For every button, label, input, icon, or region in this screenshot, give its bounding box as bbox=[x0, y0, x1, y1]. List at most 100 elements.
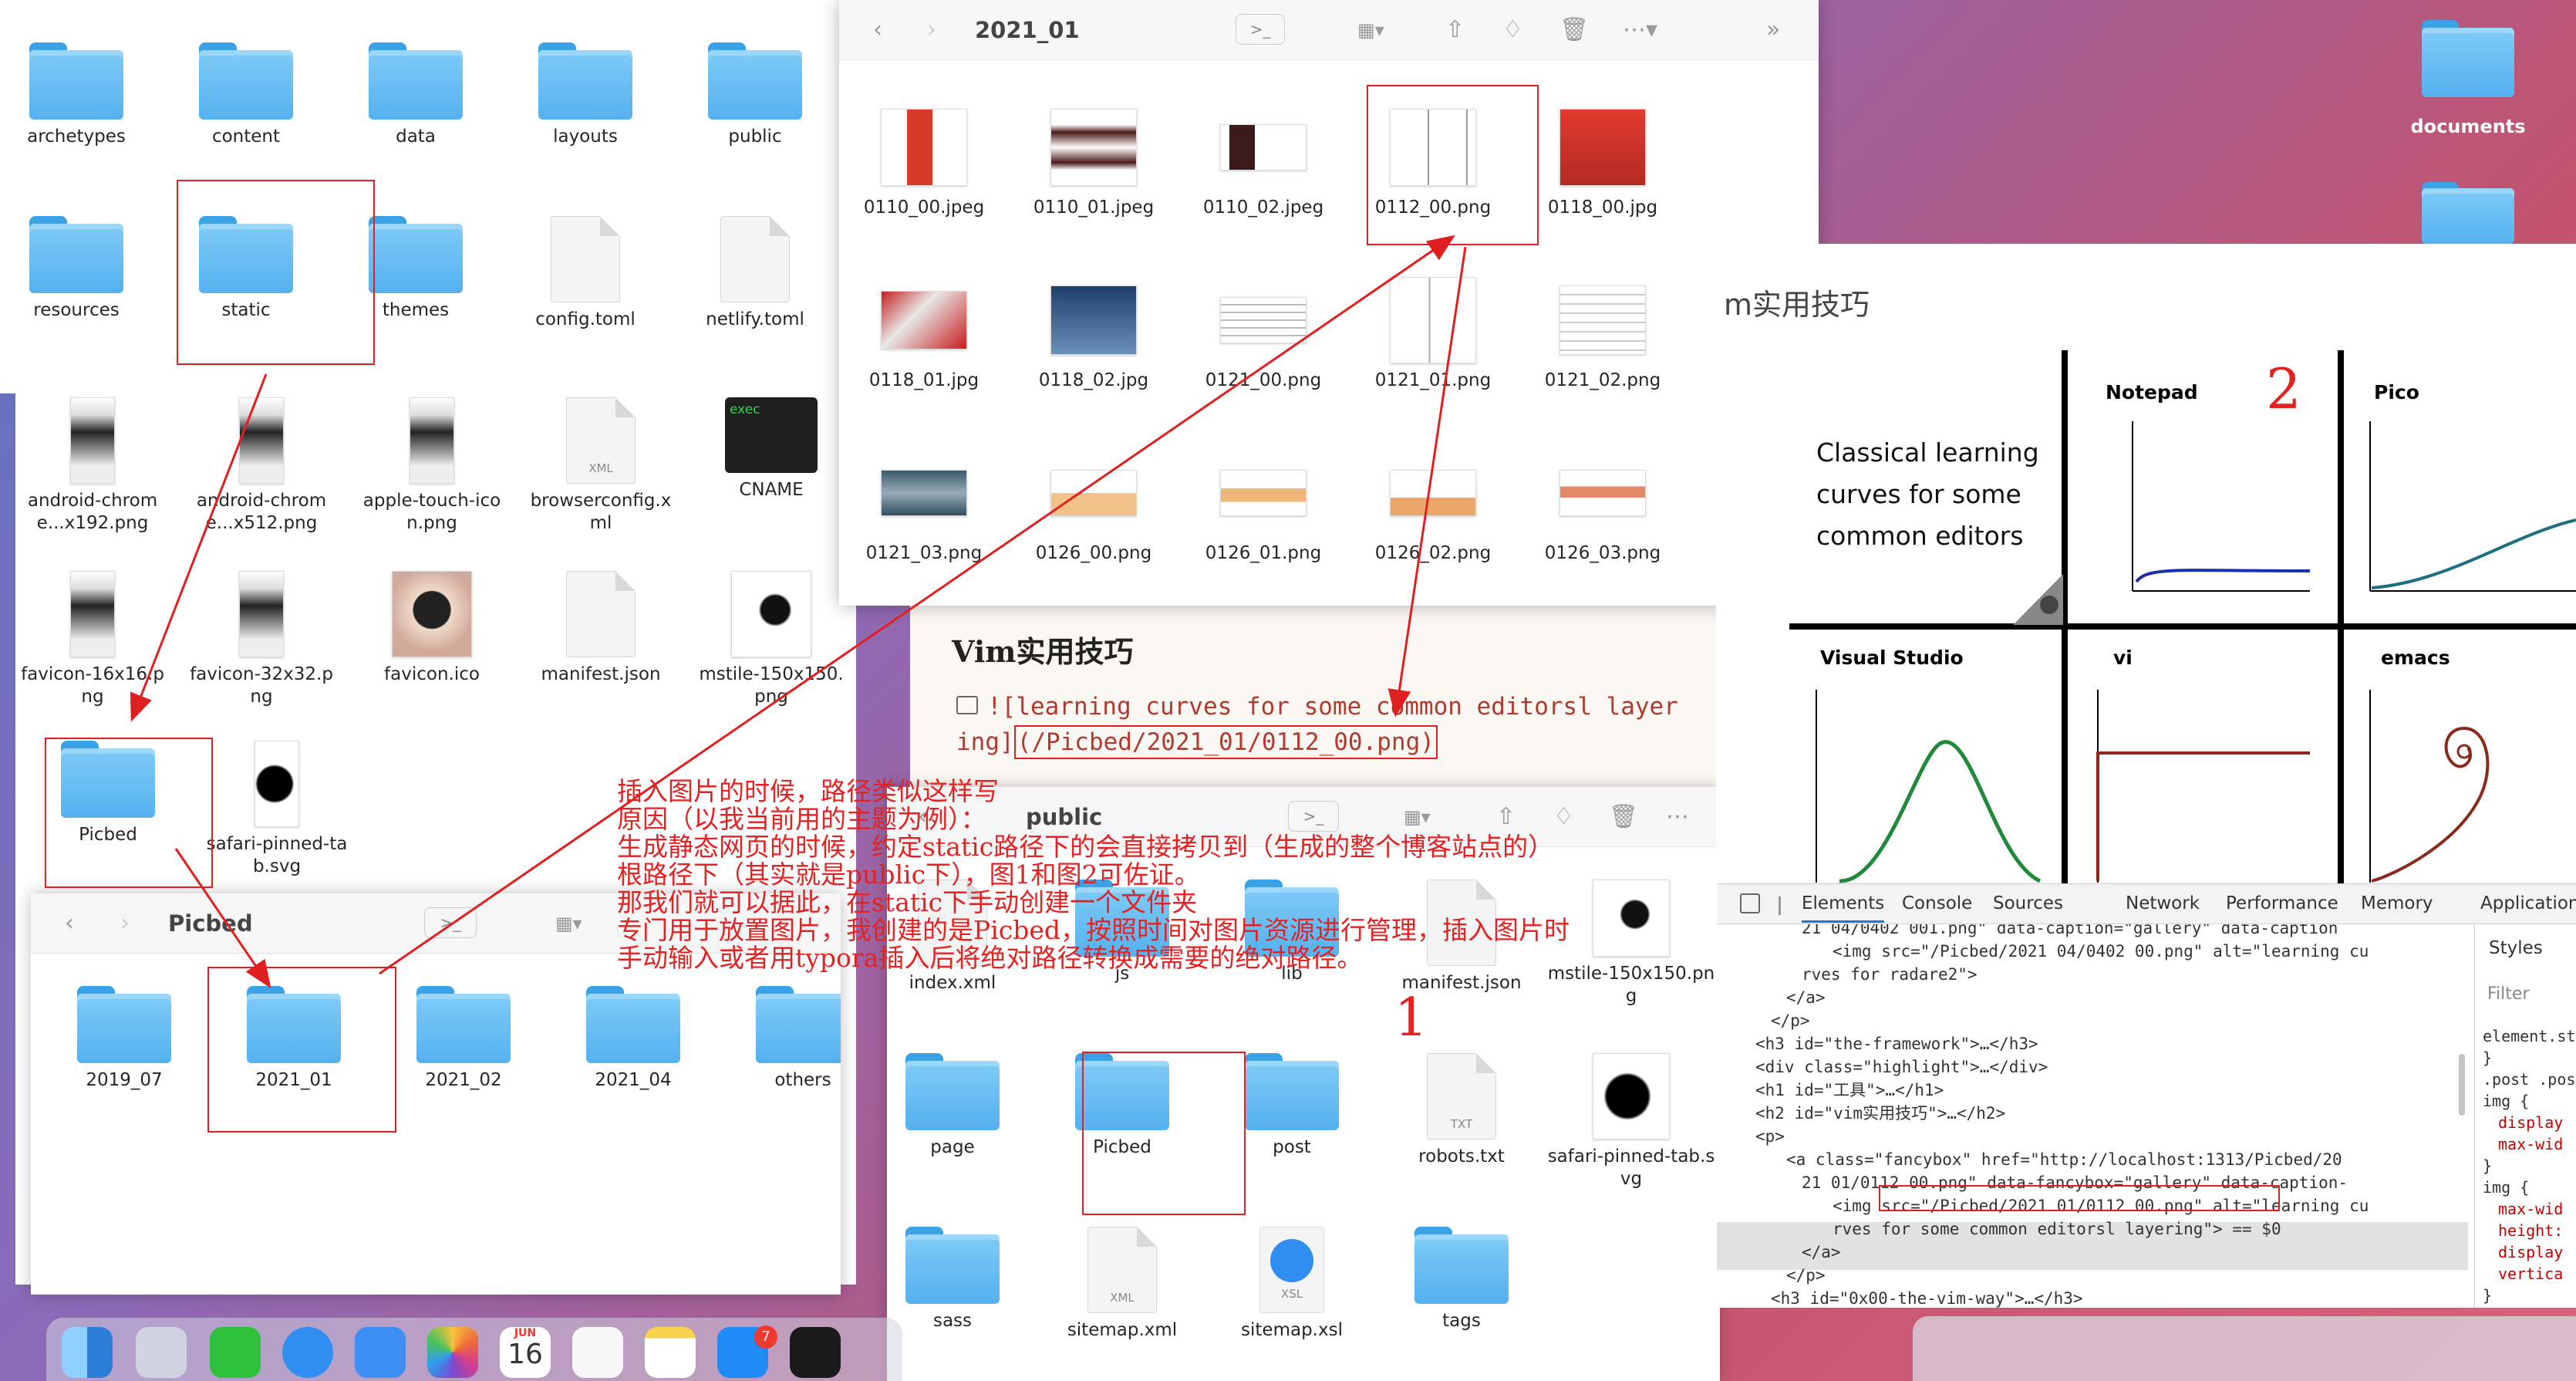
image-icon bbox=[956, 696, 978, 714]
styles-tab[interactable]: Styles bbox=[2489, 938, 2543, 958]
desktop-folder-icon-2[interactable] bbox=[2422, 182, 2514, 244]
safari-dock-icon[interactable] bbox=[282, 1327, 333, 1378]
finder-window-root: archetypes content data layouts public resour… bbox=[0, 0, 841, 393]
file-item[interactable]: page bbox=[887, 1053, 1041, 1159]
file-item[interactable]: apple-touch-icon.png bbox=[355, 397, 509, 535]
file-item[interactable]: archetypes bbox=[11, 42, 142, 148]
file-label: favicon.ico bbox=[384, 664, 480, 684]
markdown-image-path[interactable]: (/Picbed/2021_01/0112_00.png) bbox=[1013, 725, 1438, 759]
thumbnail-wrap bbox=[1050, 277, 1137, 363]
folder-icon bbox=[29, 42, 123, 120]
file-label: 0118_00.jpg bbox=[1547, 198, 1658, 218]
more-icon[interactable]: ⋯▾ bbox=[1623, 16, 1657, 43]
file-item[interactable]: 0121_01.png bbox=[1356, 277, 1510, 392]
trash-icon[interactable]: 🗑 bbox=[1609, 803, 1638, 830]
launchpad-dock-icon[interactable] bbox=[136, 1327, 187, 1378]
share-icon[interactable]: ⇧ bbox=[1445, 16, 1465, 43]
style-line: .post .pos bbox=[2483, 1070, 2576, 1089]
file-item[interactable]: manifest.json bbox=[524, 571, 678, 686]
file-item[interactable]: 0121_02.png bbox=[1526, 277, 1680, 392]
file-item[interactable]: data bbox=[350, 42, 481, 148]
file-item[interactable]: XSL sitemap.xsl bbox=[1203, 1227, 1381, 1342]
photos-dock-icon[interactable] bbox=[427, 1327, 478, 1378]
file-item[interactable]: 0118_02.jpg bbox=[1017, 277, 1171, 392]
devtools-tab[interactable]: Network bbox=[2126, 893, 2200, 913]
finder-dock-icon[interactable] bbox=[62, 1327, 113, 1378]
back-button[interactable]: ‹ bbox=[873, 16, 882, 43]
back-button[interactable]: ‹ bbox=[65, 910, 74, 937]
devtools-tab[interactable]: Sources bbox=[1993, 893, 2063, 913]
file-item[interactable]: 0126_01.png bbox=[1186, 450, 1340, 565]
devtools-tab[interactable]: Memory bbox=[2361, 893, 2433, 913]
file-item[interactable]: 0126_00.png bbox=[1017, 450, 1171, 565]
wechat-dock-icon[interactable] bbox=[210, 1327, 261, 1378]
tag-icon[interactable]: ♢ bbox=[1502, 16, 1523, 43]
file-item[interactable]: content bbox=[180, 42, 312, 148]
forward-button[interactable]: › bbox=[120, 910, 130, 937]
file-item[interactable]: android-chrome...x512.png bbox=[184, 397, 339, 535]
dev-scrollbar[interactable] bbox=[2459, 1054, 2465, 1116]
notes-dock-icon[interactable] bbox=[645, 1327, 696, 1378]
devtools-tab[interactable]: Application bbox=[2480, 893, 2576, 913]
file-item[interactable]: 0110_00.jpeg bbox=[847, 104, 1001, 219]
devtools-tab[interactable]: Performance bbox=[2226, 893, 2338, 913]
file-item[interactable]: netlify.toml bbox=[690, 216, 821, 331]
mail-dock-icon[interactable] bbox=[355, 1327, 406, 1378]
device-toggle-icon[interactable] bbox=[1779, 896, 1781, 915]
file-item[interactable]: mstile-150x150.png bbox=[694, 571, 848, 708]
calendar-dock-icon[interactable]: JUN 16 bbox=[500, 1327, 551, 1378]
file-item[interactable]: XML browserconfig.xml bbox=[524, 397, 678, 535]
file-item[interactable]: 2019_07 bbox=[59, 986, 190, 1092]
file-item[interactable]: 0118_01.jpg bbox=[847, 277, 1001, 392]
file-item[interactable]: sass bbox=[887, 1227, 1041, 1332]
file-item[interactable]: 0110_02.jpeg bbox=[1186, 104, 1340, 219]
file-item[interactable]: public bbox=[690, 42, 821, 148]
inspect-icon[interactable] bbox=[1740, 893, 1760, 913]
file-item[interactable]: favicon-32x32.png bbox=[184, 571, 339, 708]
view-grid-icon[interactable]: ▦▾ bbox=[555, 913, 582, 934]
markdown-line-1[interactable]: ![learning curves for some common editor… bbox=[987, 693, 1678, 721]
reminders-dock-icon[interactable] bbox=[572, 1327, 623, 1378]
styles-filter[interactable]: Filter bbox=[2487, 984, 2529, 1004]
file-item[interactable]: layouts bbox=[520, 42, 651, 148]
more-icon[interactable]: ⋯ bbox=[1666, 803, 1689, 830]
file-item[interactable]: 0118_00.jpg bbox=[1526, 104, 1680, 219]
view-grid-icon[interactable]: ▦▾ bbox=[1357, 19, 1384, 41]
terminal-button[interactable]: >_ bbox=[1236, 14, 1285, 45]
file-item[interactable]: 0121_00.png bbox=[1186, 277, 1340, 392]
expand-icon[interactable]: » bbox=[1766, 16, 1780, 43]
annotation-text: 插入图片的时候，路径类似这样写 原因（以我当前用的主题为例）： 生成静态网页的时… bbox=[617, 778, 1570, 972]
file-item[interactable]: XML sitemap.xml bbox=[1033, 1227, 1211, 1342]
file-item[interactable]: 2021_02 bbox=[398, 986, 529, 1092]
file-item[interactable]: 0121_03.png bbox=[847, 450, 1001, 565]
image-thumbnail-icon bbox=[70, 571, 115, 657]
style-line: img { bbox=[2483, 1178, 2530, 1197]
file-item[interactable]: 0110_01.jpeg bbox=[1017, 104, 1171, 219]
file-item[interactable]: safari-pinned-tab.svg bbox=[1543, 1053, 1720, 1190]
file-item[interactable]: tags bbox=[1373, 1227, 1550, 1332]
trash-icon[interactable]: 🗑 bbox=[1559, 16, 1589, 43]
desktop-folder-icon[interactable] bbox=[2422, 20, 2514, 97]
activity-monitor-dock-icon[interactable] bbox=[790, 1327, 841, 1378]
code-line: </p> bbox=[1771, 1011, 1810, 1030]
file-item[interactable]: exec CNAME bbox=[694, 397, 848, 501]
forward-button[interactable]: › bbox=[927, 16, 936, 43]
file-item[interactable]: others bbox=[737, 986, 841, 1092]
file-item[interactable]: safari-pinned-tab.svg bbox=[200, 741, 354, 878]
devtools-tab[interactable]: Console bbox=[1902, 893, 1972, 913]
file-item[interactable]: TXT robots.txt bbox=[1373, 1053, 1550, 1168]
file-item[interactable]: 0126_02.png bbox=[1356, 450, 1510, 565]
file-item[interactable]: resources bbox=[11, 216, 142, 322]
file-item[interactable]: 0126_03.png bbox=[1526, 450, 1680, 565]
terminal-button[interactable]: >_ bbox=[424, 907, 477, 938]
file-item[interactable]: 2021_04 bbox=[568, 986, 699, 1092]
devtools-tab[interactable]: Elements bbox=[1802, 893, 1885, 923]
file-item[interactable]: config.toml bbox=[520, 216, 651, 331]
image-thumbnail-icon bbox=[1559, 285, 1646, 355]
file-item[interactable]: android-chrome...x192.png bbox=[15, 397, 170, 535]
markdown-line-2-prefix[interactable]: ing] bbox=[956, 728, 1014, 756]
file-item[interactable]: favicon-16x16.png bbox=[15, 571, 170, 708]
caption-line: curves for some bbox=[1816, 479, 2021, 509]
file-label: others bbox=[774, 1070, 831, 1090]
file-item[interactable]: favicon.ico bbox=[355, 571, 509, 686]
